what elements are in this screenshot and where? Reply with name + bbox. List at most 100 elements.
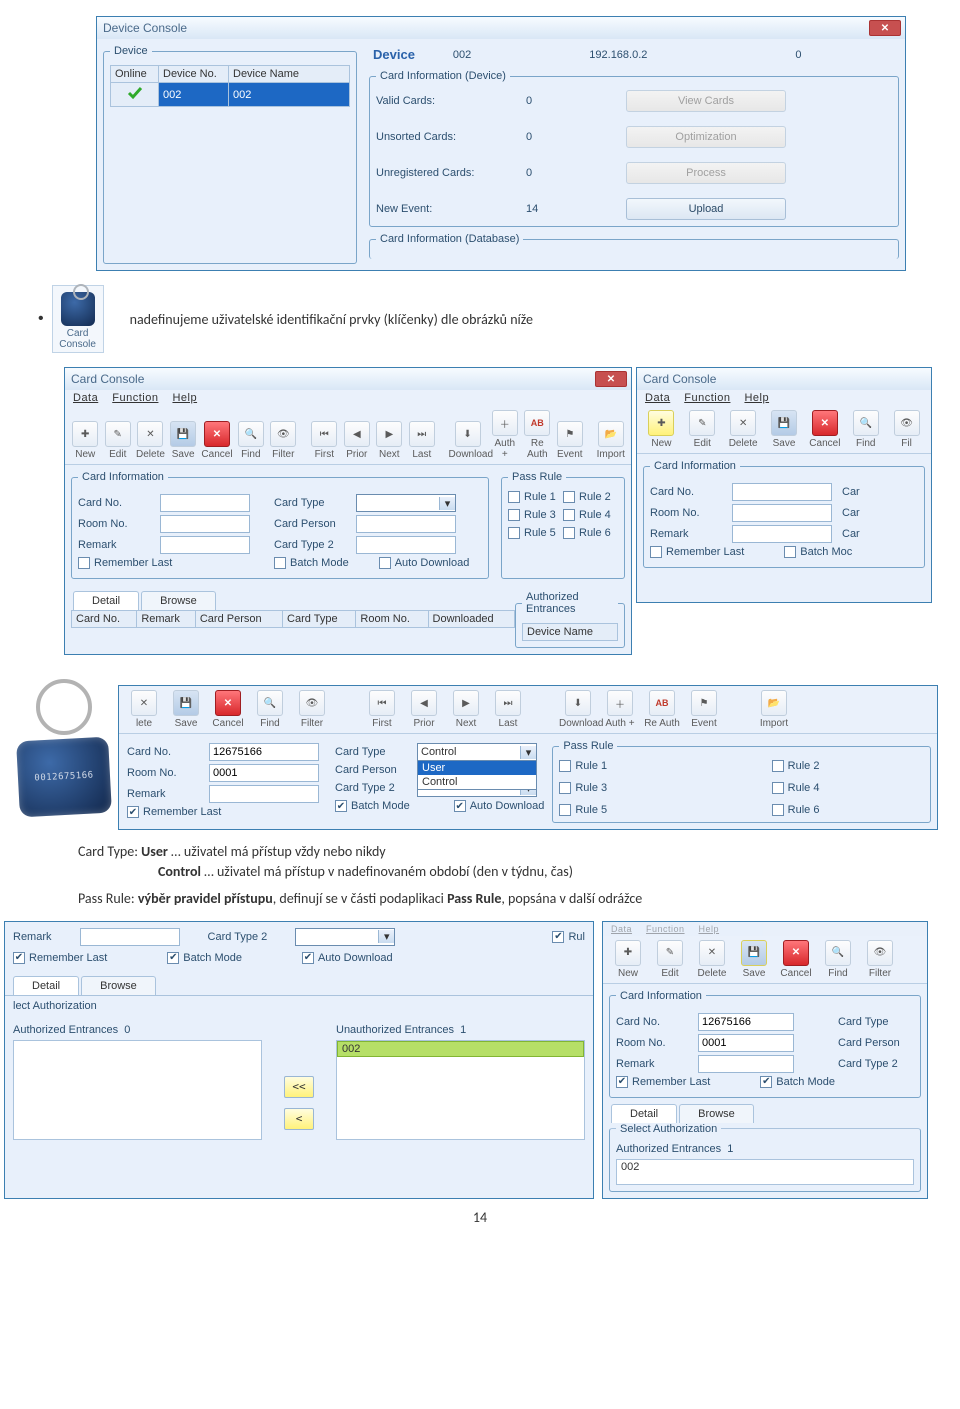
toolbar[interactable]: ✚New ✎Edit ✕Delete 💾Save ✕Cancel 🔍Find 👁…: [603, 936, 927, 984]
toolbar-filter[interactable]: 👁Fil: [888, 410, 925, 449]
unauthorized-item-002[interactable]: 002: [337, 1041, 584, 1057]
toolbar-save-highlighted[interactable]: 💾Save: [735, 940, 773, 979]
tab-detail[interactable]: Detail: [13, 976, 79, 995]
toolbar-last[interactable]: ⏭Last: [489, 690, 527, 729]
toolbar-delete[interactable]: ✕Delete: [725, 410, 762, 449]
toolbar-cancel[interactable]: ✕Cancel: [209, 690, 247, 729]
card-type-2-dropdown[interactable]: ▾: [295, 928, 395, 946]
close-icon[interactable]: ✕: [595, 371, 627, 387]
authorized-entrances-list[interactable]: [13, 1040, 262, 1140]
card-console-2-titlebar[interactable]: Card Console: [637, 368, 931, 390]
toolbar-next[interactable]: ▶Next: [375, 421, 404, 460]
remark-input[interactable]: [698, 1055, 794, 1073]
toolbar-filter[interactable]: 👁Filter: [861, 940, 899, 979]
auto-download-checkbox[interactable]: Auto Download: [379, 557, 470, 569]
remember-last-checkbox[interactable]: ✔Remember Last: [127, 806, 221, 818]
rule-4-checkbox[interactable]: Rule 4: [772, 782, 924, 794]
menu-help[interactable]: Help: [744, 392, 769, 404]
toolbar-cancel[interactable]: ✕Cancel: [201, 421, 232, 460]
toolbar-reauth[interactable]: ABRe Auth: [643, 690, 681, 729]
move-all-left-button[interactable]: <<: [284, 1076, 314, 1098]
move-left-button[interactable]: <: [284, 1108, 314, 1130]
menubar[interactable]: Data Function Help: [65, 390, 631, 406]
batch-mode-checkbox[interactable]: Batch Moc: [784, 546, 852, 558]
toolbar-delete[interactable]: ✕lete: [125, 690, 163, 729]
toolbar-download[interactable]: ⬇Download: [449, 421, 487, 460]
rule-4-checkbox[interactable]: Rule 4: [563, 509, 618, 521]
toolbar-prior[interactable]: ◀Prior: [405, 690, 443, 729]
toolbar-prior[interactable]: ◀Prior: [343, 421, 372, 460]
toolbar-reauth[interactable]: ABRe Auth: [523, 410, 552, 460]
toolbar-last[interactable]: ⏭Last: [408, 421, 437, 460]
remember-last-checkbox[interactable]: ✔Remember Last: [13, 952, 107, 964]
rule-5-checkbox[interactable]: Rule 5: [508, 527, 563, 539]
menu-data[interactable]: Data: [645, 392, 670, 404]
rule-1-checkbox[interactable]: Rule 1: [508, 491, 563, 503]
rule-2-checkbox[interactable]: Rule 2: [772, 760, 924, 772]
menu-data[interactable]: Data: [73, 392, 98, 404]
batch-mode-checkbox[interactable]: ✔Batch Mode: [167, 952, 242, 964]
remark-input[interactable]: [80, 928, 180, 946]
toolbar-find[interactable]: 🔍Find: [251, 690, 289, 729]
toolbar-filter[interactable]: 👁Filter: [293, 690, 331, 729]
card-console-app-icon[interactable]: Card Console: [52, 285, 104, 353]
toolbar-next[interactable]: ▶Next: [447, 690, 485, 729]
tabbar[interactable]: Detail Browse: [73, 591, 509, 610]
remember-last-checkbox[interactable]: Remember Last: [78, 557, 172, 569]
auto-download-checkbox[interactable]: ✔Auto Download: [454, 800, 545, 812]
card-no-input[interactable]: [732, 483, 832, 501]
card-no-input[interactable]: [209, 743, 319, 761]
batch-mode-checkbox[interactable]: ✔Batch Mode: [335, 800, 410, 812]
toolbar-import[interactable]: 📂Import: [755, 690, 793, 729]
toolbar-new[interactable]: ✚New: [609, 940, 647, 979]
toolbar[interactable]: ✚New ✎Edit ✕Delete 💾Save ✕Cancel 🔍Find 👁…: [65, 406, 631, 465]
batch-mode-checkbox[interactable]: ✔Batch Mode: [760, 1076, 835, 1088]
remark-input[interactable]: [732, 525, 832, 543]
menu-function[interactable]: Function: [684, 392, 730, 404]
auto-download-checkbox[interactable]: ✔Auto Download: [302, 952, 393, 964]
rule-6-checkbox[interactable]: Rule 6: [563, 527, 618, 539]
menu-function[interactable]: Function: [112, 392, 158, 404]
toolbar-auth-plus[interactable]: ＋Auth +: [601, 690, 639, 729]
upload-button[interactable]: Upload: [626, 198, 786, 220]
toolbar-cancel[interactable]: ✕Cancel: [777, 940, 815, 979]
tab-detail[interactable]: Detail: [73, 591, 139, 610]
remark-input[interactable]: [209, 785, 319, 803]
card-no-input[interactable]: [698, 1013, 794, 1031]
batch-mode-checkbox[interactable]: Batch Mode: [274, 557, 349, 569]
tab-browse[interactable]: Browse: [141, 591, 216, 610]
toolbar-auth-plus[interactable]: ＋Auth +: [491, 410, 520, 460]
card-console-1-titlebar[interactable]: Card Console ✕: [65, 368, 631, 390]
toolbar-find[interactable]: 🔍Find: [847, 410, 884, 449]
toolbar-event[interactable]: ⚑Event: [685, 690, 723, 729]
toolbar-first[interactable]: ⏮First: [363, 690, 401, 729]
rule-5-checkbox[interactable]: Rule 5: [559, 804, 711, 816]
room-no-input[interactable]: [732, 504, 832, 522]
toolbar-edit[interactable]: ✎Edit: [651, 940, 689, 979]
remember-last-checkbox[interactable]: ✔Remember Last: [616, 1076, 710, 1088]
rul-checkbox[interactable]: ✔Rul: [552, 931, 585, 943]
card-no-input[interactable]: [160, 494, 250, 512]
close-icon[interactable]: ✕: [869, 20, 901, 36]
toolbar-new-highlighted[interactable]: ✚New: [643, 410, 680, 449]
menu-help[interactable]: Help: [172, 392, 197, 404]
toolbar-edit[interactable]: ✎Edit: [104, 421, 133, 460]
toolbar-find[interactable]: 🔍Find: [819, 940, 857, 979]
tabbar[interactable]: Detail Browse: [13, 976, 593, 995]
toolbar-find[interactable]: 🔍Find: [237, 421, 266, 460]
unauthorized-entrances-list[interactable]: 002: [336, 1040, 585, 1140]
remember-last-checkbox[interactable]: Remember Last: [650, 546, 744, 558]
toolbar-new[interactable]: ✚New: [71, 421, 100, 460]
rule-1-checkbox[interactable]: Rule 1: [559, 760, 711, 772]
toolbar-save[interactable]: 💾Save: [167, 690, 205, 729]
view-cards-button[interactable]: View Cards: [626, 90, 786, 112]
rule-6-checkbox[interactable]: Rule 6: [772, 804, 924, 816]
tab-browse[interactable]: Browse: [679, 1104, 754, 1123]
toolbar-filter[interactable]: 👁Filter: [269, 421, 298, 460]
room-no-input[interactable]: [698, 1034, 794, 1052]
browse-grid[interactable]: Card No. Remark Card Person Card Type Ro…: [71, 610, 515, 628]
rule-3-checkbox[interactable]: Rule 3: [508, 509, 563, 521]
rule-3-checkbox[interactable]: Rule 3: [559, 782, 711, 794]
rule-2-checkbox[interactable]: Rule 2: [563, 491, 618, 503]
device-console-titlebar[interactable]: Device Console ✕: [97, 17, 905, 39]
